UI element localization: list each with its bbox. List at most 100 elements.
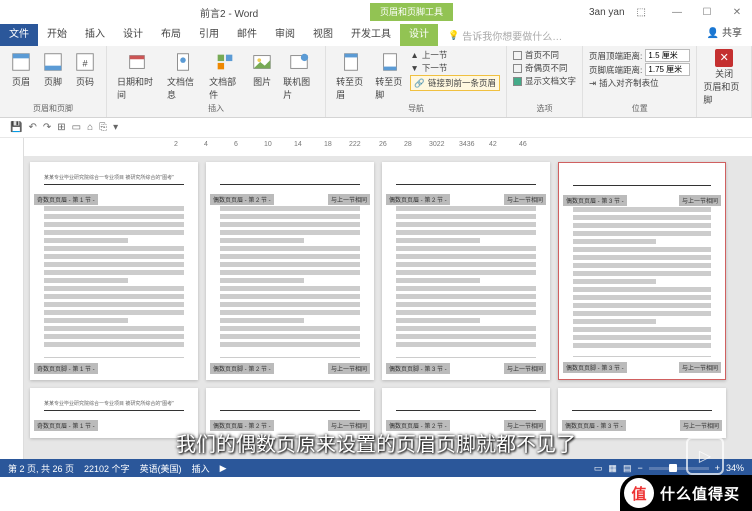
ribbon-options-icon[interactable]: ⬚	[633, 7, 650, 18]
tab-view[interactable]: 视图	[304, 24, 342, 46]
document-page[interactable]: 偶数页页眉 - 第 2 节 -与上一节相同偶数页页脚 - 第 3 节 -与上一节…	[382, 162, 550, 380]
tab-references[interactable]: 引用	[190, 24, 228, 46]
share-label: 共享	[722, 28, 742, 39]
header-section-tag: 奇数页页眉 - 第 1 节 -	[34, 420, 98, 431]
maximize-button[interactable]: ☐	[692, 7, 722, 18]
document-page-partial[interactable]: 偶数页页眉 - 第 3 节 -与上一节相同	[558, 388, 726, 438]
page-body	[396, 206, 536, 350]
previous-section-button[interactable]: ▲上一节	[410, 49, 500, 61]
insert-alignment-tab-button[interactable]: ⇥插入对齐制表位	[589, 77, 690, 89]
footer-section-tag: 偶数页页脚 - 第 3 节 -	[563, 362, 627, 373]
qat-item-icon[interactable]: ⊞	[57, 122, 65, 133]
view-print-icon[interactable]: ▦	[608, 463, 617, 474]
header-from-top-row: 页眉顶端距离:	[589, 49, 690, 62]
goto-footer-label: 转至页脚	[375, 75, 404, 101]
video-play-overlay-icon[interactable]: ▷	[686, 437, 724, 475]
different-odd-even-checkbox[interactable]: 奇偶页不同	[513, 62, 576, 74]
zoom-out-button[interactable]: −	[637, 463, 642, 473]
header-button[interactable]: 页眉	[6, 49, 36, 90]
user-name[interactable]: 3an yan	[585, 7, 629, 18]
goto-header-label: 转至页眉	[336, 75, 365, 101]
footer-button[interactable]: 页脚	[38, 49, 68, 90]
date-time-button[interactable]: 日期和时间	[113, 49, 161, 103]
ruler-mark: 14	[294, 141, 302, 148]
ruler-horizontal[interactable]: 2 4 6 10 14 18 222 26 28 3022 3436 42 46	[0, 138, 752, 156]
watermark-badge: 值 什么值得买	[620, 475, 752, 511]
tab-file[interactable]: 文件	[0, 24, 38, 46]
header-distance-input[interactable]	[645, 49, 690, 62]
footer-from-bottom-row: 页脚底端距离:	[589, 63, 690, 76]
tab-design[interactable]: 设计	[114, 24, 152, 46]
view-read-icon[interactable]: ▭	[594, 463, 603, 474]
status-page[interactable]: 第 2 页, 共 26 页	[8, 462, 74, 475]
tab-home[interactable]: 开始	[38, 24, 76, 46]
doc-info-button[interactable]: 文档信息	[163, 49, 203, 103]
footer-rule	[220, 357, 360, 358]
status-macro-icon[interactable]: ▶	[220, 463, 227, 474]
view-web-icon[interactable]: ▤	[623, 463, 632, 474]
document-page[interactable]: 某某专业毕业研究院综合一专业项目 被研究所综合的"图考"奇数页页眉 - 第 1 …	[30, 162, 198, 380]
document-page[interactable]: 偶数页页眉 - 第 2 节 -与上一节相同偶数页页脚 - 第 2 节 -与上一节…	[206, 162, 374, 380]
tab-header-footer-design[interactable]: 设计	[400, 24, 438, 46]
link-label: 链接到前一条页眉	[428, 77, 496, 89]
group-label: 页眉和页脚	[6, 103, 100, 114]
goto-footer-button[interactable]: 转至页脚	[371, 49, 408, 103]
document-title: 前言2 - Word	[200, 5, 258, 20]
footer-distance-input[interactable]	[645, 63, 690, 76]
status-insert-mode[interactable]: 插入	[192, 462, 210, 475]
group-label: 位置	[589, 103, 690, 114]
zoom-level[interactable]: 34%	[726, 463, 744, 473]
status-language[interactable]: 英语(美国)	[140, 462, 182, 475]
redo-icon[interactable]: ↷	[43, 122, 51, 133]
undo-icon[interactable]: ↶	[28, 122, 36, 133]
page-number-button[interactable]: #页码	[70, 49, 100, 90]
tab-insert[interactable]: 插入	[76, 24, 114, 46]
document-canvas[interactable]: 某某专业毕业研究院综合一专业项目 被研究所综合的"图考" 奇数页页眉 - 第 1 …	[0, 156, 752, 461]
page-body	[573, 207, 711, 349]
qat-item-icon[interactable]: ⌂	[87, 122, 93, 133]
align-label: 插入对齐制表位	[599, 77, 659, 89]
save-icon[interactable]: 💾	[10, 122, 22, 133]
status-word-count[interactable]: 22102 个字	[84, 462, 130, 475]
tab-developer[interactable]: 开发工具	[342, 24, 400, 46]
ruler-mark: 28	[404, 141, 412, 148]
tab-mailings[interactable]: 邮件	[228, 24, 266, 46]
qat-more-icon[interactable]: ▾	[113, 122, 118, 133]
ribbon: 页眉 页脚 #页码 页眉和页脚 日期和时间 文档信息 文档部件 图片 联机图片 …	[0, 46, 752, 118]
group-header-footer: 页眉 页脚 #页码 页眉和页脚	[0, 46, 107, 117]
show-document-text-checkbox[interactable]: 显示文档文字	[513, 75, 576, 87]
next-section-button[interactable]: ▼下一节	[410, 62, 500, 74]
page-header-text: 某某专业毕业研究院综合一专业项目 被研究所综合的"图考"	[44, 174, 184, 181]
document-page-partial[interactable]: 某某专业毕业研究院综合一专业项目 被研究所综合的"图考"奇数页页眉 - 第 1 …	[30, 388, 198, 438]
minimize-button[interactable]: —	[662, 7, 692, 18]
page-body	[44, 206, 184, 350]
opt-label: 显示文档文字	[525, 75, 576, 87]
tab-review[interactable]: 审阅	[266, 24, 304, 46]
close-x-icon: ✕	[715, 49, 733, 67]
tab-layout[interactable]: 布局	[152, 24, 190, 46]
close-window-button[interactable]: ✕	[722, 7, 752, 18]
header-rule	[44, 410, 184, 411]
qat-item-icon[interactable]: ⎘	[99, 122, 107, 133]
link-to-previous-button[interactable]: 🔗链接到前一条页眉	[410, 75, 500, 91]
document-page[interactable]: 偶数页页眉 - 第 3 节 -与上一节相同偶数页页脚 - 第 3 节 -与上一节…	[558, 162, 726, 380]
close-label: 关闭	[715, 67, 733, 80]
ruler-mark: 3436	[459, 141, 475, 148]
goto-header-button[interactable]: 转至页眉	[332, 49, 369, 103]
pictures-button[interactable]: 图片	[247, 49, 277, 103]
ruler-vertical[interactable]	[0, 156, 24, 461]
ruler-corner	[0, 138, 24, 156]
share-button[interactable]: 👤 共享	[697, 24, 752, 46]
date-time-label: 日期和时间	[117, 75, 157, 101]
quick-parts-button[interactable]: 文档部件	[205, 49, 245, 103]
online-pictures-button[interactable]: 联机图片	[279, 49, 319, 103]
qat-item-icon[interactable]: ▭	[72, 122, 81, 133]
close-header-footer-button[interactable]: ✕ 关闭 页眉和页脚	[703, 49, 745, 106]
down-arrow-icon: ▼	[410, 63, 418, 73]
tell-me-search[interactable]: 告诉我你想要做什么…	[448, 24, 562, 46]
different-first-page-checkbox[interactable]: 首页不同	[513, 49, 576, 61]
link-icon: 🔗	[414, 78, 425, 89]
header-rule	[220, 184, 360, 185]
checkbox-icon	[513, 64, 522, 73]
ruler-mark: 3022	[429, 141, 445, 148]
